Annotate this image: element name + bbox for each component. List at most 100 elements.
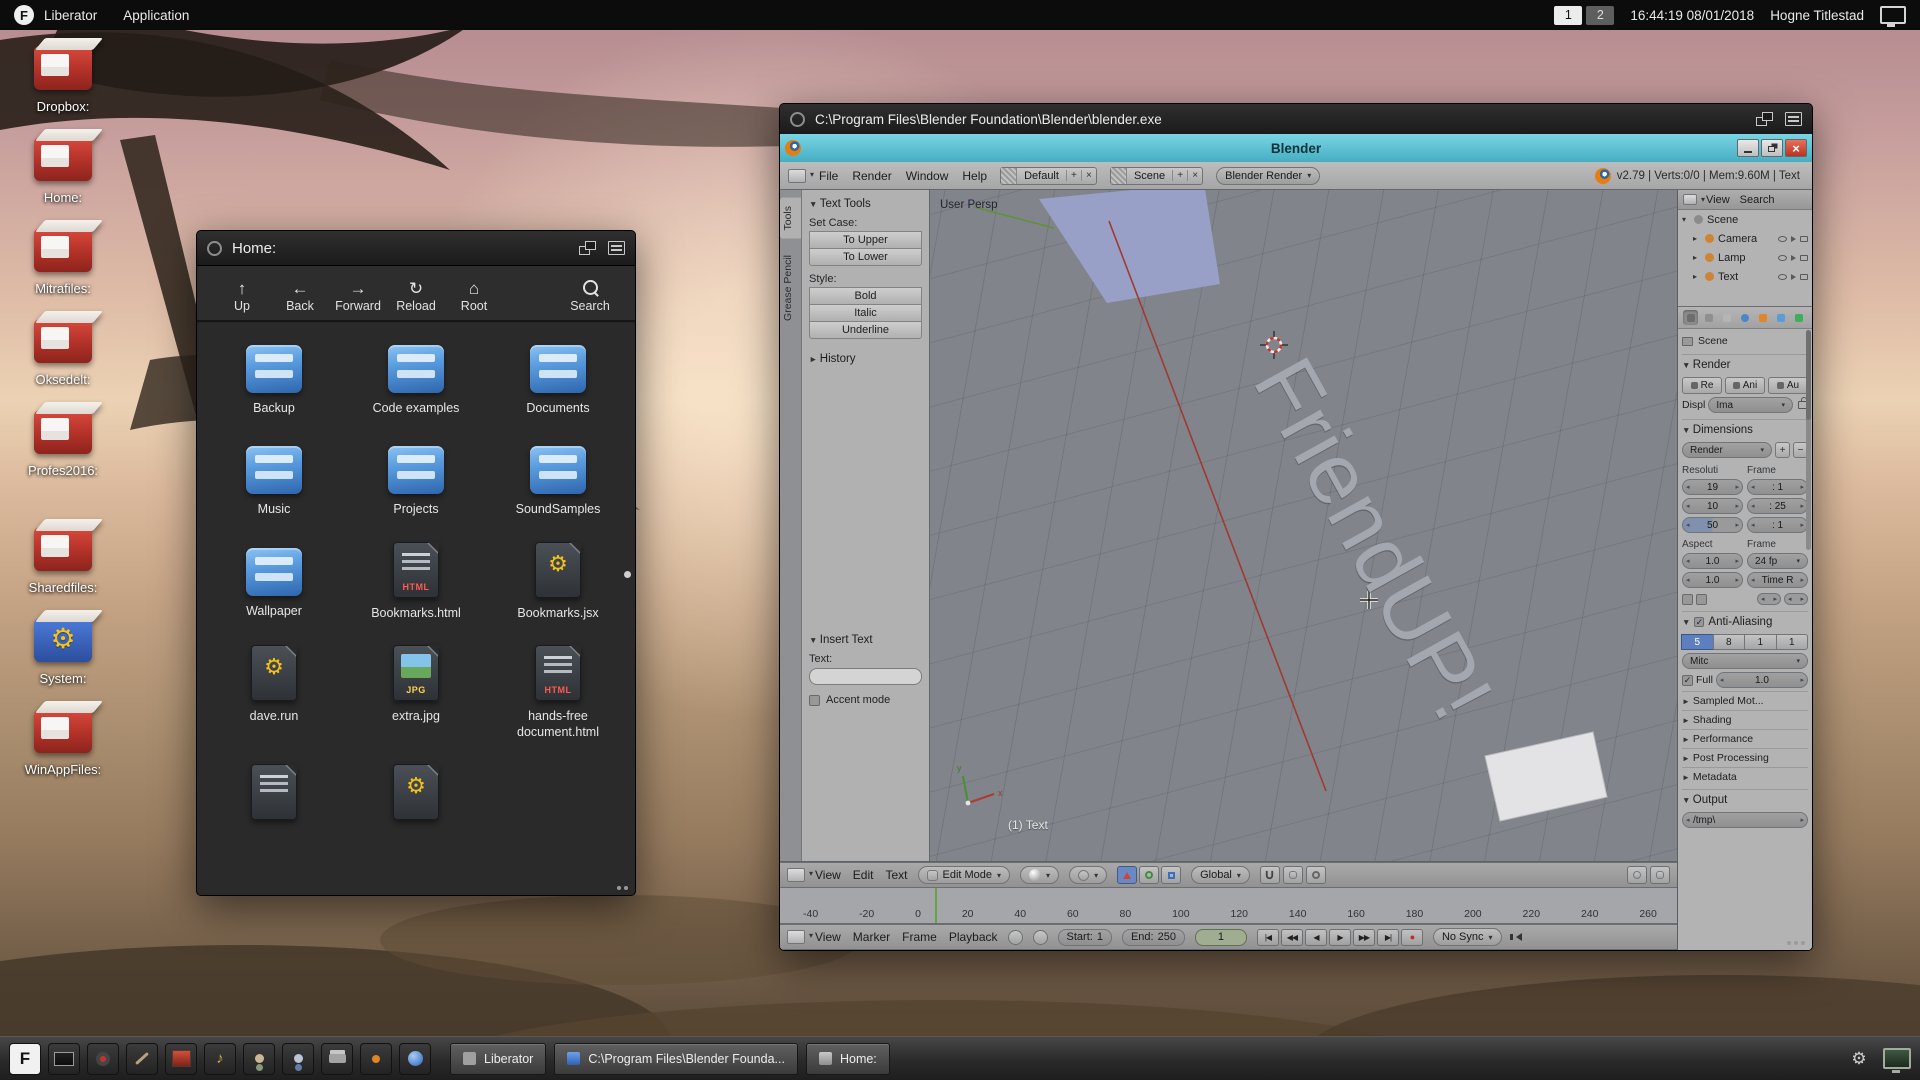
application-menu[interactable]: Application: [123, 8, 189, 23]
menu-item[interactable]: Marker: [853, 930, 890, 944]
file-item[interactable]: SoundSamples: [495, 440, 621, 517]
add-preset-button[interactable]: +: [1775, 442, 1790, 458]
aa-sample-button[interactable]: 5: [1681, 634, 1714, 650]
editor-type-icon[interactable]: [787, 930, 805, 944]
manipulator-scale-button[interactable]: [1161, 866, 1181, 884]
snap-magnet-button[interactable]: [1260, 866, 1280, 884]
delete-scene-button[interactable]: ×: [1187, 170, 1202, 181]
tab-render[interactable]: [1683, 310, 1698, 325]
desktop-icon[interactable]: Dropbox:: [10, 46, 116, 114]
full-sample-checkbox[interactable]: [1682, 675, 1693, 686]
collapsed-panel-header[interactable]: Metadata: [1682, 767, 1808, 786]
renderability-icon[interactable]: [1800, 255, 1808, 261]
file-item[interactable]: [353, 764, 479, 827]
resolution-y-field[interactable]: 10: [1682, 498, 1743, 514]
expander-icon[interactable]: ▾: [1682, 215, 1690, 224]
desktop-icon[interactable]: Sharedfiles:: [10, 527, 116, 595]
scroll-indicator[interactable]: [624, 571, 631, 578]
render-panel-header[interactable]: Render: [1682, 359, 1808, 371]
render-button[interactable]: Au: [1768, 377, 1808, 394]
playback-button[interactable]: ▶▶: [1353, 929, 1375, 946]
case-button[interactable]: To Upper: [809, 231, 922, 249]
resize-grip[interactable]: [617, 886, 628, 890]
brand-block[interactable]: F Liberator: [14, 5, 97, 25]
brand-label[interactable]: Liberator: [44, 8, 97, 23]
outliner-row[interactable]: ▸ Text: [1678, 267, 1812, 286]
resolution-x-field[interactable]: 19: [1682, 479, 1743, 495]
file-item[interactable]: [211, 764, 337, 827]
tab-render-layers[interactable]: [1701, 310, 1716, 325]
frame-step-field[interactable]: : 1: [1747, 517, 1808, 533]
screen-share-icon[interactable]: [1883, 1048, 1911, 1069]
selectability-icon[interactable]: [1791, 274, 1796, 280]
workspace-button[interactable]: 2: [1586, 6, 1614, 25]
settings-gear-icon[interactable]: ⚙: [1847, 1047, 1871, 1071]
case-button[interactable]: To Lower: [809, 248, 922, 266]
window-menu-icon[interactable]: [790, 112, 805, 127]
end-frame-field[interactable]: End: 250: [1122, 929, 1185, 946]
menu-item[interactable]: Edit: [853, 868, 874, 882]
panel-history[interactable]: History: [809, 353, 922, 365]
manipulator-rotate-button[interactable]: [1139, 866, 1159, 884]
dimensions-panel-header[interactable]: Dimensions: [1682, 424, 1808, 436]
object-name[interactable]: Lamp: [1718, 252, 1746, 264]
frame-rate-selector[interactable]: 24 fp: [1747, 553, 1808, 569]
output-panel-header[interactable]: Output: [1682, 794, 1808, 806]
expander-icon[interactable]: ▸: [1693, 253, 1701, 262]
tab-tools[interactable]: Tools: [780, 198, 801, 239]
search-button[interactable]: Search: [561, 279, 619, 313]
filemanager-titlebar[interactable]: Home:: [197, 231, 635, 266]
collapsed-panel-header[interactable]: Performance: [1682, 729, 1808, 748]
outliner-row[interactable]: ▸ Lamp: [1678, 248, 1812, 267]
accent-mode-checkbox[interactable]: [809, 695, 820, 706]
renderability-icon[interactable]: [1800, 274, 1808, 280]
panel-text-tools[interactable]: Text Tools: [809, 198, 922, 210]
visibility-eye-icon[interactable]: [1778, 236, 1787, 242]
tab-scene[interactable]: [1719, 310, 1734, 325]
workspace-button[interactable]: 1: [1554, 6, 1582, 25]
frame-end-field[interactable]: : 25: [1747, 498, 1808, 514]
file-item[interactable]: Music: [211, 440, 337, 517]
dock-terminal-icon[interactable]: [48, 1043, 80, 1075]
selectability-icon[interactable]: [1791, 255, 1796, 261]
dock-music-icon[interactable]: [204, 1043, 236, 1075]
visibility-eye-icon[interactable]: [1778, 274, 1787, 280]
start-frame-field[interactable]: Start: 1: [1058, 929, 1112, 946]
collapsed-panel-header[interactable]: Shading: [1682, 710, 1808, 729]
expander-icon[interactable]: ▸: [1693, 234, 1701, 243]
antialiasing-panel-header[interactable]: Anti-Aliasing: [1682, 616, 1808, 628]
scene-selector[interactable]: Scene + ×: [1110, 167, 1203, 185]
desktop-icon[interactable]: WinAppFiles:: [10, 709, 116, 777]
aa-filter-selector[interactable]: Mitc: [1682, 653, 1808, 669]
file-item[interactable]: Documents: [495, 339, 621, 416]
window-size-icon[interactable]: [608, 241, 625, 255]
shading-selector[interactable]: [1020, 866, 1059, 884]
window-menu-icon[interactable]: [207, 241, 222, 256]
editor-type-icon[interactable]: [1683, 194, 1697, 205]
filter-size-field[interactable]: 1.0: [1716, 672, 1808, 688]
toolbar-button[interactable]: ← Back: [271, 280, 329, 313]
renderability-icon[interactable]: [1800, 236, 1808, 242]
menu-item[interactable]: Playback: [949, 930, 998, 944]
blender-outer-titlebar[interactable]: C:\Program Files\Blender Foundation\Blen…: [780, 104, 1812, 135]
object-name[interactable]: Scene: [1707, 214, 1738, 226]
snap-element-button[interactable]: [1283, 866, 1303, 884]
dock-account-icon[interactable]: [282, 1043, 314, 1075]
border-checkbox[interactable]: [1682, 594, 1693, 605]
menu-item[interactable]: Help: [962, 169, 987, 183]
playback-button[interactable]: ◀: [1305, 929, 1327, 946]
task-button[interactable]: C:\Program Files\Blender Founda...: [554, 1043, 798, 1075]
current-frame-marker[interactable]: [935, 888, 937, 923]
object-name[interactable]: Text: [1718, 271, 1738, 283]
style-button[interactable]: Underline: [809, 321, 922, 339]
frame-step-widget[interactable]: ◂▸: [1757, 593, 1781, 605]
menu-item[interactable]: File: [819, 169, 838, 183]
render-opengl-button[interactable]: [1627, 866, 1647, 884]
menu-item[interactable]: Window: [906, 169, 949, 183]
file-item[interactable]: dave.run: [211, 645, 337, 741]
time-remap-field[interactable]: Time R: [1747, 572, 1808, 588]
desktop-icon[interactable]: Home:: [10, 137, 116, 205]
menu-item[interactable]: Frame: [902, 930, 937, 944]
properties-scrollbar[interactable]: [1806, 330, 1811, 550]
toolbar-button[interactable]: ↑ Up: [213, 280, 271, 313]
